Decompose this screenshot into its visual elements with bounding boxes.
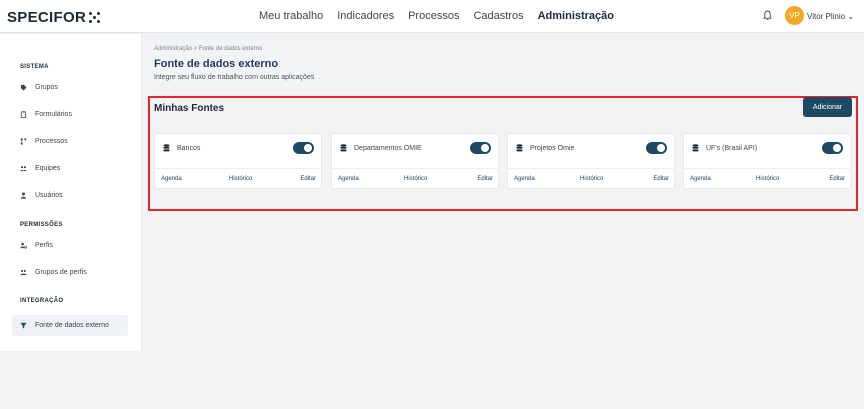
sidebar-section-permissoes: PERMISSÕES	[20, 222, 63, 228]
source-card: Bancos Agenda Histórico Editar	[154, 133, 322, 189]
avatar[interactable]: VP	[785, 6, 804, 25]
source-toggle[interactable]	[470, 142, 491, 154]
source-toggle[interactable]	[822, 142, 843, 154]
editar-link[interactable]: Editar	[829, 176, 845, 182]
divider	[332, 168, 498, 169]
main-nav: Meu trabalho Indicadores Processos Cadas…	[259, 10, 628, 22]
sidebar-item-label: Processos	[35, 138, 68, 145]
divider	[508, 168, 674, 169]
source-name-text: UF's (Brasil API)	[706, 144, 758, 152]
sidebar-section-sistema: SISTEMA	[20, 64, 49, 70]
sidebar-item-processos[interactable]: Processos	[20, 138, 68, 145]
add-button[interactable]: Adicionar	[803, 97, 852, 117]
flow-icon	[20, 138, 27, 145]
sidebar-item-label: Perfis	[35, 242, 53, 249]
nav-cadastros[interactable]: Cadastros	[473, 10, 523, 22]
source-card: UF's (Brasil API) Agenda Histórico Edita…	[683, 133, 851, 189]
sidebar-item-usuarios[interactable]: Usuários	[20, 192, 63, 199]
source-name: UF's (Brasil API)	[692, 144, 757, 152]
divider	[684, 168, 850, 169]
sidebar-item-grupos-de-perfis[interactable]: Grupos de perfis	[20, 269, 87, 276]
source-name-text: Bancos	[177, 144, 201, 152]
top-bar: SPECIFOR Meu trabalho Indicadores Proces…	[0, 0, 864, 33]
source-card: Projetos Omie Agenda Histórico Editar	[507, 133, 675, 189]
agenda-link[interactable]: Agenda	[690, 176, 711, 182]
editar-link[interactable]: Editar	[300, 176, 316, 182]
database-icon	[163, 144, 170, 152]
page-subtitle: Integre seu fluxo de trabalho com outras…	[154, 74, 315, 81]
group-profiles-icon	[20, 269, 27, 276]
breadcrumb: Administração > Fonte de dados externo	[154, 46, 263, 52]
sidebar-item-label: Formulários	[35, 111, 72, 118]
agenda-link[interactable]: Agenda	[338, 176, 359, 182]
source-name: Departamentos OMIE	[340, 144, 422, 152]
historico-link[interactable]: Histórico	[756, 176, 779, 182]
tag-icon	[20, 84, 27, 91]
logo-mark-icon	[89, 12, 101, 23]
database-icon	[516, 144, 523, 152]
page-title: Fonte de dados externo	[154, 58, 279, 70]
nav-processos[interactable]: Processos	[408, 10, 459, 22]
sidebar-section-integracao: INTEGRAÇÃO	[20, 298, 64, 304]
database-icon	[340, 144, 347, 152]
logo[interactable]: SPECIFOR	[7, 9, 101, 26]
agenda-link[interactable]: Agenda	[514, 176, 535, 182]
source-name: Bancos	[163, 144, 200, 152]
sidebar-item-label: Grupos	[35, 84, 58, 91]
clipboard-icon	[20, 111, 27, 118]
sidebar-item-label: Usuários	[35, 192, 63, 199]
editar-link[interactable]: Editar	[477, 176, 493, 182]
chevron-down-icon: ⌄	[847, 12, 855, 21]
team-icon	[20, 166, 27, 172]
agenda-link[interactable]: Agenda	[161, 176, 182, 182]
funnel-icon	[20, 322, 27, 329]
divider	[155, 168, 321, 169]
source-toggle[interactable]	[646, 142, 667, 154]
historico-link[interactable]: Histórico	[229, 176, 252, 182]
nav-indicadores[interactable]: Indicadores	[337, 10, 394, 22]
logo-text: SPECIFOR	[7, 9, 87, 26]
historico-link[interactable]: Histórico	[580, 176, 603, 182]
source-name: Projetos Omie	[516, 144, 574, 152]
source-name-text: Projetos Omie	[530, 144, 575, 152]
bell-icon[interactable]	[763, 10, 772, 21]
sidebar-item-perfis[interactable]: Perfis	[20, 242, 53, 249]
source-card: Departamentos OMIE Agenda Histórico Edit…	[331, 133, 499, 189]
editar-link[interactable]: Editar	[653, 176, 669, 182]
user-name: Vitor Plinio	[807, 12, 846, 21]
source-name-text: Departamentos OMIE	[354, 144, 422, 152]
database-icon	[692, 144, 699, 152]
historico-link[interactable]: Histórico	[404, 176, 427, 182]
user-menu[interactable]: Vitor Plinio ⌄	[807, 12, 854, 21]
source-toggle[interactable]	[293, 142, 314, 154]
sidebar-item-label: Equipes	[35, 165, 61, 172]
sidebar-item-label: Fonte de dados externo	[35, 322, 109, 329]
sidebar-item-fonte-de-dados-externo[interactable]: Fonte de dados externo	[12, 315, 128, 336]
sidebar-item-formularios[interactable]: Formulários	[20, 111, 72, 118]
user-icon	[20, 192, 27, 199]
profile-settings-icon	[20, 242, 27, 249]
sidebar-item-label: Grupos de perfis	[35, 269, 87, 276]
nav-meu-trabalho[interactable]: Meu trabalho	[259, 10, 323, 22]
sidebar-item-equipes[interactable]: Equipes	[20, 165, 60, 172]
panel-title: Minhas Fontes	[154, 103, 225, 114]
sidebar-item-grupos[interactable]: Grupos	[20, 84, 58, 91]
nav-administracao[interactable]: Administração	[538, 10, 614, 22]
